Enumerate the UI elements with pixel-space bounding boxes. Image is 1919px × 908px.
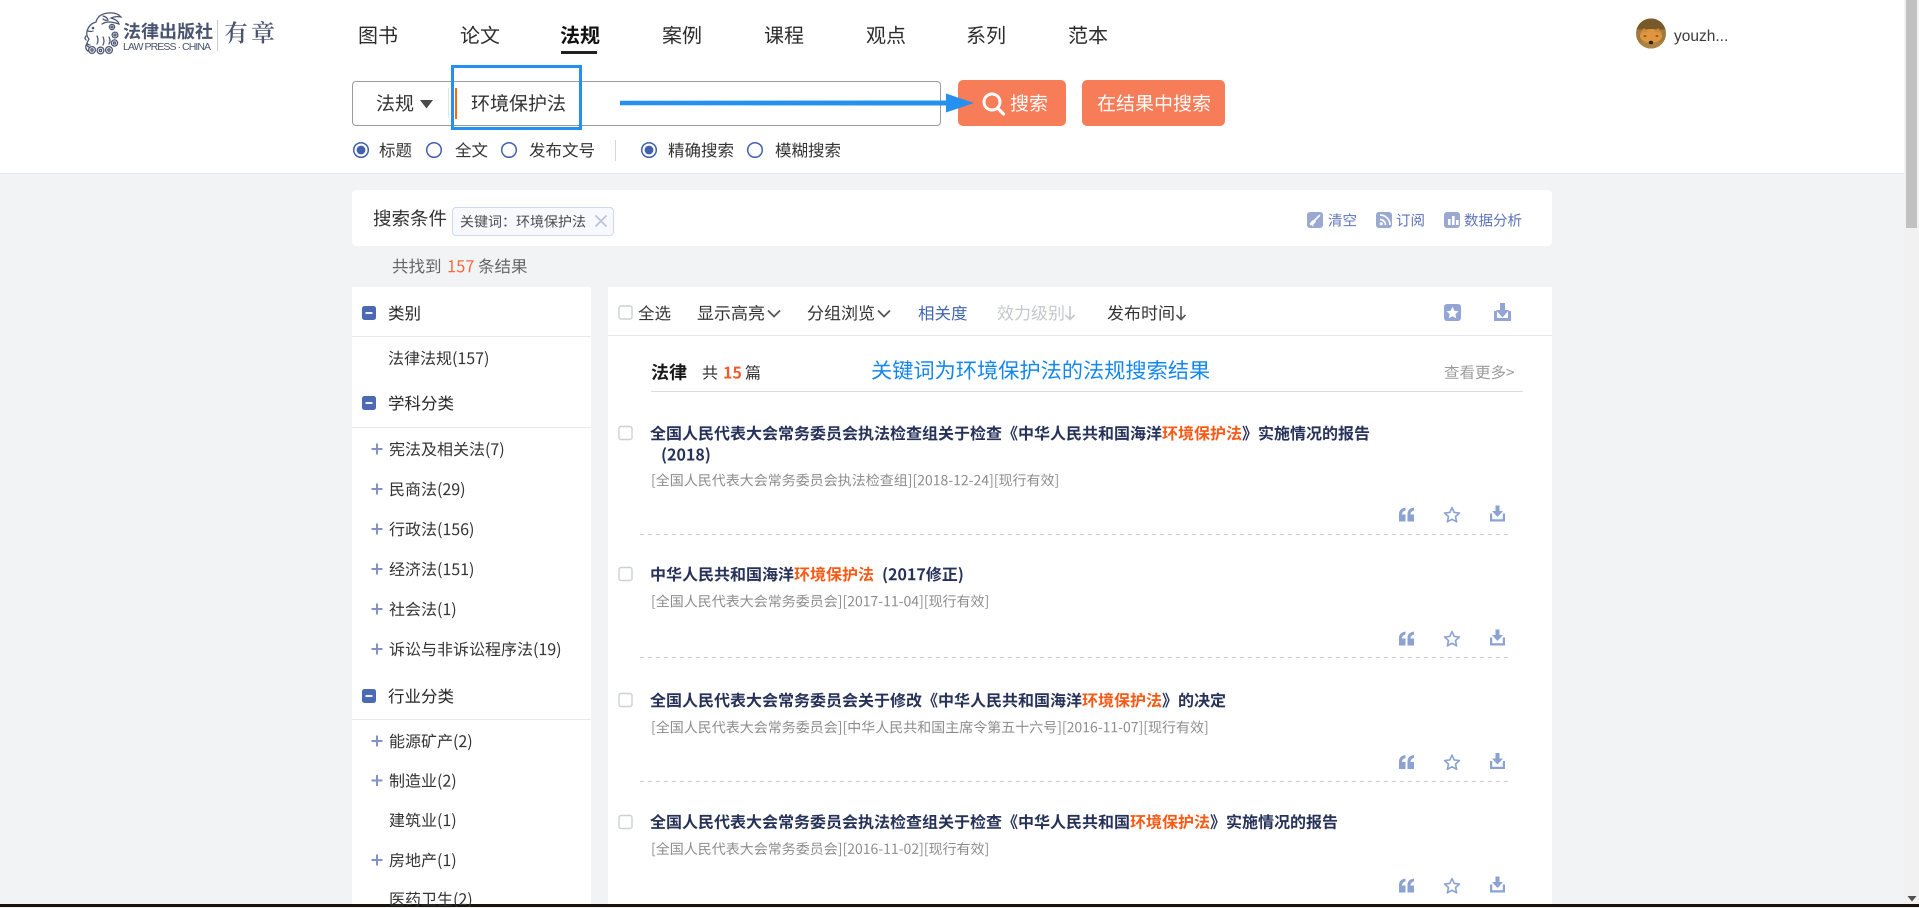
svg-text:LAW PRESS · CHINA: LAW PRESS · CHINA <box>123 41 211 53</box>
svg-text:youzh...: youzh... <box>1674 28 1728 45</box>
